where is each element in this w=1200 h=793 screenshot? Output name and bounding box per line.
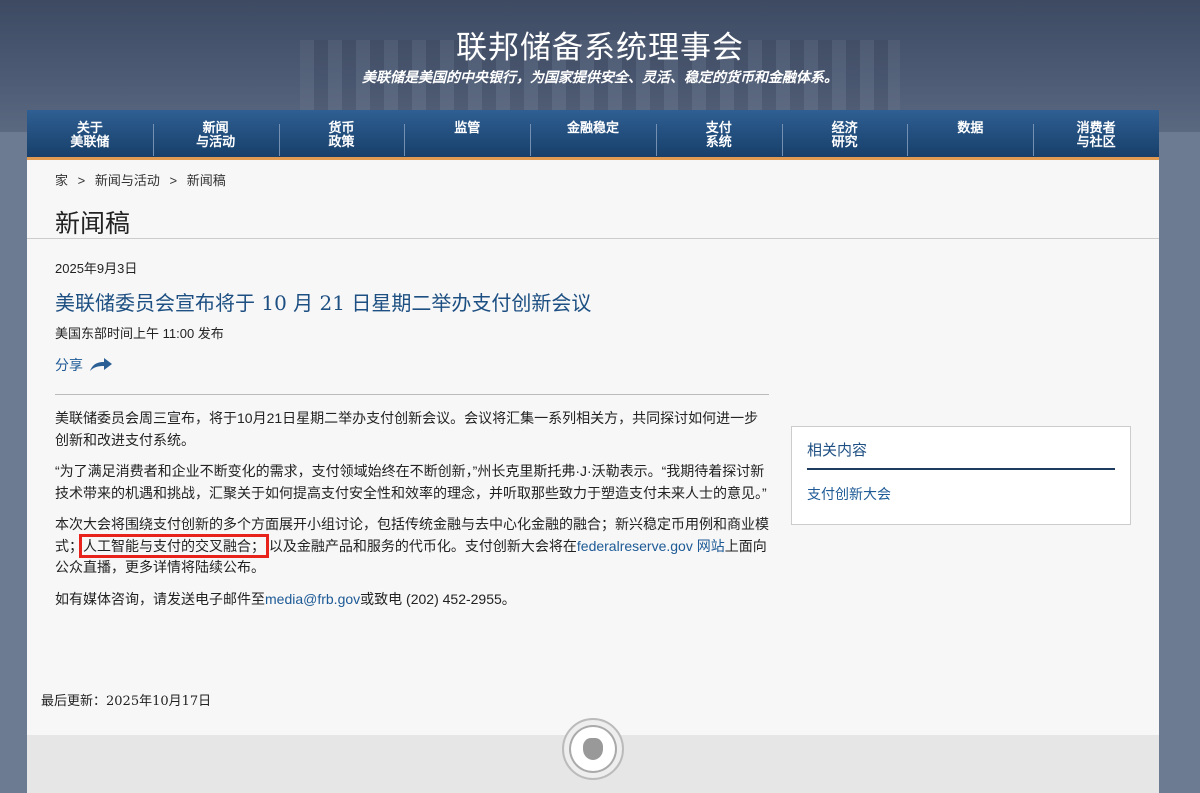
nav-label: 与社区	[1076, 134, 1116, 149]
nav-item[interactable]: 监管	[404, 110, 530, 157]
article-body: 美联储委员会周三宣布，将于10月21日星期二举办支付创新会议。会议将汇集一系列相…	[55, 408, 771, 620]
nav-item[interactable]: 支付 系统	[655, 110, 782, 157]
nav-label: 研究	[831, 134, 858, 149]
text: 或致电 (202) 452-2955。	[360, 590, 516, 607]
nav-label: 金融稳定	[567, 120, 620, 135]
related-link[interactable]: 支付创新大会	[807, 484, 1115, 504]
nav-item[interactable]: 货币 政策	[278, 110, 405, 157]
breadcrumb-news[interactable]: 新闻与活动	[95, 173, 160, 188]
nav-label: 数据	[957, 120, 984, 135]
nav-label: 关于	[76, 120, 103, 135]
paragraph: 本次大会将围绕支付创新的多个方面展开小组讨论，包括传统金融与去中心化金融的融合；…	[55, 514, 771, 579]
right-margin	[1159, 132, 1200, 793]
text: 以及金融产品和服务的代币化。支付创新大会将在	[268, 537, 577, 554]
quote-paragraph: “为了满足消费者和企业不断变化的需求，支付领域始终在不断创新，”州长克里斯托弗·…	[55, 463, 767, 501]
nav-label: 货币	[328, 120, 355, 135]
share-arrow-icon	[90, 358, 112, 371]
left-margin	[0, 132, 27, 793]
breadcrumb-separator: >	[169, 173, 178, 188]
highlighted-text: 人工智能与支付的交叉融合；	[79, 533, 269, 558]
federalreserve-link[interactable]: federalreserve.gov 网站	[577, 538, 725, 554]
nav-item[interactable]: 经济 研究	[781, 110, 908, 157]
content-panel: 关于 美联储 新闻 与活动 货币 政策 监管 金融稳定 支付 系统 经济 研究 数据 消费者 与社区 家 >…	[27, 110, 1159, 793]
main-nav: 关于 美联储 新闻 与活动 货币 政策 监管 金融稳定 支付 系统 经济 研究 数据 消费者 与社区	[27, 110, 1159, 160]
share-label: 分享	[55, 357, 83, 373]
nav-label: 消费者	[1076, 120, 1116, 135]
nav-label: 与活动	[196, 134, 236, 149]
breadcrumb: 家 > 新闻与活动 > 新闻稿	[55, 170, 232, 189]
paragraph: 美联储委员会周三宣布，将于10月21日星期二举办支付创新会议。会议将汇集一系列相…	[55, 410, 759, 448]
share-button[interactable]: 分享	[55, 355, 113, 375]
nav-item[interactable]: 金融稳定	[530, 110, 656, 157]
divider	[27, 238, 1159, 239]
divider	[55, 394, 769, 395]
email-link[interactable]: media@frb.gov	[265, 591, 360, 607]
nav-label: 监管	[454, 120, 481, 135]
last-updated: 最后更新：2025年10月17日	[41, 694, 212, 709]
tagline: 美联储是美国的中央银行，为国家提供安全、灵活、稳定的货币和金融体系。	[362, 69, 838, 85]
nav-label: 系统	[705, 134, 732, 149]
nav-item[interactable]: 新闻 与活动	[152, 110, 279, 157]
publish-time: 美国东部时间上午 11:00 发布	[55, 326, 224, 341]
nav-label: 支付	[705, 120, 732, 135]
related-title: 相关内容	[807, 439, 1115, 470]
nav-item[interactable]: 关于 美联储	[27, 110, 153, 157]
page-title: 新闻稿	[55, 209, 131, 238]
contact-paragraph: 如有媒体咨询，请发送电子邮件至media@frb.gov或致电 (202) 45…	[55, 589, 771, 611]
nav-label: 经济	[831, 120, 858, 135]
article-date: 2025年9月3日	[55, 261, 138, 276]
related-content-box: 相关内容 支付创新大会	[791, 426, 1131, 525]
fed-seal-logo[interactable]	[562, 718, 624, 780]
breadcrumb-current[interactable]: 新闻稿	[187, 173, 226, 188]
article-headline: 美联储委员会宣布将于 10 月 21 日星期二举办支付创新会议	[55, 291, 592, 315]
text: 如有媒体咨询，请发送电子邮件至	[55, 590, 265, 607]
breadcrumb-home[interactable]: 家	[55, 173, 68, 188]
nav-item[interactable]: 数据	[907, 110, 1033, 157]
nav-label: 新闻	[202, 120, 229, 135]
nav-label: 美联储	[70, 134, 110, 149]
site-title[interactable]: 联邦储备系统理事会	[0, 22, 1200, 67]
breadcrumb-separator: >	[77, 173, 86, 188]
nav-label: 政策	[328, 134, 355, 149]
nav-item[interactable]: 消费者 与社区	[1033, 110, 1159, 157]
